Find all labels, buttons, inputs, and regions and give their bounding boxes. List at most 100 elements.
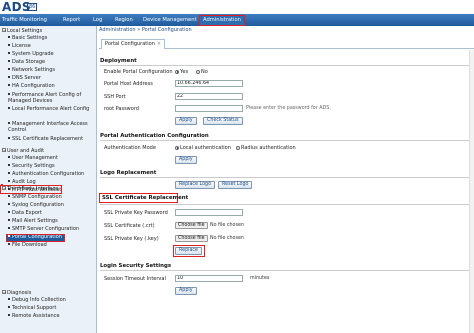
sidebar: −Local Settings Basic Settings License S…	[0, 26, 97, 333]
ssl-cert-choose-button[interactable]: Choose file	[175, 222, 208, 229]
sidebar-item-system-upgrade[interactable]: System Upgrade	[8, 51, 54, 58]
bullet-icon	[8, 164, 10, 166]
bullet-icon	[8, 93, 10, 95]
sidebar-item-data-storage[interactable]: Data Storage	[8, 59, 45, 66]
sidebar-item-network-settings[interactable]: Network Settings	[8, 67, 55, 74]
sidebar-item-ssl-certificate[interactable]: SSL Certificate Replacement	[8, 136, 83, 143]
enable-no-radio[interactable]: No	[196, 69, 208, 75]
nav-traffic-monitoring[interactable]: Traffic Monitoring	[2, 14, 47, 26]
sidebar-group-user-audit[interactable]: −User and Audit	[2, 148, 44, 155]
bullet-icon	[8, 44, 10, 46]
sidebar-item-basic-settings[interactable]: Basic Settings	[8, 35, 47, 42]
sidebar-item-management-interface-access[interactable]: Management Interface Access Control	[8, 121, 96, 134]
sidebar-group-diagnosis[interactable]: −Diagnosis	[2, 290, 31, 297]
password-hint: Please enter the password for ADS.	[246, 106, 331, 111]
sidebar-item-file-download[interactable]: File Download	[8, 242, 47, 249]
sidebar-item-mail-alert-settings[interactable]: Mail Alert Settings	[8, 218, 58, 225]
bullet-icon	[8, 314, 10, 316]
reset-logo-button[interactable]: Reset Logo	[218, 181, 253, 189]
ssl-replace-button[interactable]: Replace	[175, 247, 202, 255]
sidebar-item-syslog-configuration[interactable]: Syslog Configuration	[8, 202, 64, 209]
bullet-icon	[8, 122, 10, 124]
auth-apply-button[interactable]: Apply	[175, 156, 197, 164]
session-timeout-input[interactable]	[175, 275, 243, 282]
bullet-icon	[8, 76, 10, 78]
sidebar-item-smtp-server[interactable]: SMTP Server Configuration	[8, 226, 79, 233]
ssl-key-label: SSL Private Key (.key)	[104, 236, 159, 242]
bullet-icon	[8, 172, 10, 174]
sidebar-item-snmp-configuration[interactable]: SNMP Configuration	[8, 194, 62, 201]
breadcrumb-current: Portal Configuration	[141, 27, 192, 33]
bullet-icon	[8, 219, 10, 221]
bullet-icon	[8, 203, 10, 205]
radio-selected-icon	[175, 145, 179, 150]
sidebar-item-security-settings[interactable]: Security Settings	[8, 163, 55, 170]
sidebar-item-local-performance-alert[interactable]: Local Performance Alert Config	[8, 106, 96, 112]
collapse-icon[interactable]: −	[2, 28, 6, 33]
nav-device-management[interactable]: Device Management	[143, 14, 197, 26]
enable-portal-label: Enable Portal Configuration	[104, 69, 173, 75]
collapse-icon[interactable]: −	[2, 148, 6, 153]
nav-report[interactable]: Report	[63, 14, 80, 26]
divider	[100, 140, 472, 141]
bullet-icon	[8, 195, 10, 197]
session-timeout-label: Session Timeout Interval	[104, 276, 166, 282]
radius-auth-radio[interactable]: Radius authentication	[236, 145, 296, 151]
collapse-icon[interactable]: −	[2, 186, 6, 191]
check-status-button[interactable]: Check Status	[203, 117, 243, 125]
section-title-deployment: Deployment	[100, 58, 137, 64]
ssh-port-input[interactable]	[175, 93, 243, 100]
scrollbar[interactable]	[469, 50, 474, 333]
bullet-icon	[8, 107, 10, 109]
divider	[100, 65, 472, 66]
bullet-icon	[8, 52, 10, 54]
sidebar-item-remote-assistance[interactable]: Remote Assistance	[8, 313, 60, 320]
ssl-key-password-input[interactable]	[175, 209, 243, 216]
sidebar-item-license[interactable]: License	[8, 43, 31, 50]
ssl-cert-label: SSL Certificate (.crt)	[104, 223, 155, 229]
sidebar-item-debug-info[interactable]: Debug Info Collection	[8, 297, 66, 304]
divider	[100, 270, 472, 271]
root-password-input[interactable]	[175, 105, 243, 112]
sidebar-group-third-party[interactable]: −Third-Party Interface	[2, 186, 58, 193]
sidebar-item-user-management[interactable]: User Management	[8, 155, 58, 162]
sidebar-item-ha-configuration[interactable]: HA Configuration	[8, 83, 55, 90]
nav-administration[interactable]: Administration	[199, 14, 245, 26]
sidebar-item-portal-configuration[interactable]: Portal Configuration	[6, 234, 65, 242]
enable-yes-radio[interactable]: Yes	[175, 69, 188, 75]
sidebar-item-performance-alert-managed[interactable]: Performance Alert Config of Managed Devi…	[8, 92, 96, 105]
portal-host-input[interactable]	[175, 80, 243, 87]
section-title-auth: Portal Authentication Configuration	[100, 133, 209, 139]
nav-region[interactable]: Region	[115, 14, 133, 26]
breadcrumb-separator: »	[137, 27, 141, 33]
nav-log[interactable]: Log	[93, 14, 102, 26]
ssl-key-file-status: No file chosen	[210, 236, 244, 241]
deployment-apply-button[interactable]: Apply	[175, 117, 197, 125]
replace-logo-button[interactable]: Replace Logo	[175, 181, 216, 189]
sidebar-item-data-export[interactable]: Data Export	[8, 210, 42, 217]
bullet-icon	[8, 298, 10, 300]
ssh-port-label: SSH Port	[104, 94, 126, 100]
close-icon[interactable]: ×	[157, 41, 161, 47]
sidebar-item-technical-support[interactable]: Technical Support	[8, 305, 56, 312]
bullet-icon	[8, 243, 10, 245]
tab-bar: Portal Configuration ×	[99, 36, 474, 49]
timeout-unit: minutes	[250, 276, 270, 281]
section-title-login: Login Security Settings	[100, 263, 172, 269]
sidebar-item-authentication-configuration[interactable]: Authentication Configuration	[8, 171, 84, 178]
local-auth-radio[interactable]: Local authentication	[175, 145, 231, 151]
sidebar-group-local-settings[interactable]: −Local Settings	[2, 28, 42, 35]
tab-portal-configuration[interactable]: Portal Configuration ×	[101, 39, 166, 49]
collapse-icon[interactable]: −	[2, 290, 6, 295]
login-apply-button[interactable]: Apply	[175, 287, 197, 295]
section-title-logo: Logo Replacement	[100, 170, 157, 176]
root-password-label: root Password	[104, 106, 139, 112]
logo-badge: 86	[27, 3, 38, 11]
bullet-icon	[8, 306, 10, 308]
ssl-key-choose-button[interactable]: Choose file	[175, 235, 208, 242]
breadcrumb-root[interactable]: Administration	[99, 27, 136, 33]
ssl-cert-file-status: No file chosen	[210, 223, 244, 228]
sidebar-item-dns-server[interactable]: DNS Server	[8, 75, 41, 82]
bullet-icon	[8, 180, 10, 182]
bullet-icon	[8, 60, 10, 62]
